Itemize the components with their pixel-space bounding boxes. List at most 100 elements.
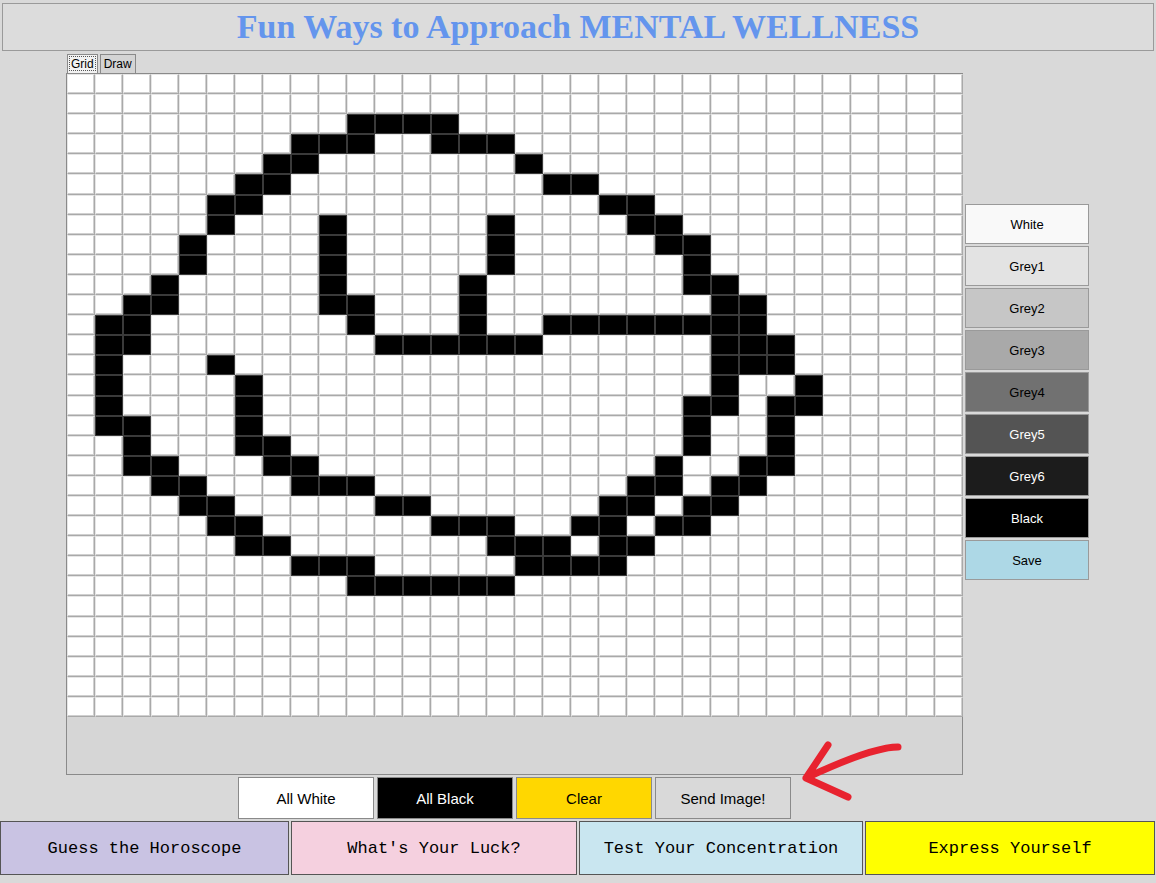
grid-cell[interactable] [347, 275, 375, 295]
grid-cell[interactable] [879, 617, 907, 637]
grid-cell[interactable] [291, 215, 319, 235]
grid-cell[interactable] [95, 174, 123, 194]
grid-cell[interactable] [711, 396, 739, 416]
grid-cell[interactable] [291, 416, 319, 436]
grid-cell[interactable] [487, 295, 515, 315]
grid-cell[interactable] [683, 677, 711, 697]
grid-cell[interactable] [431, 617, 459, 637]
grid-cell[interactable] [739, 677, 767, 697]
grid-cell[interactable] [711, 335, 739, 355]
grid-cell[interactable] [291, 637, 319, 657]
grid-cell[interactable] [767, 596, 795, 616]
grid-cell[interactable] [655, 114, 683, 134]
grid-cell[interactable] [627, 315, 655, 335]
grid-cell[interactable] [459, 516, 487, 536]
grid-cell[interactable] [207, 174, 235, 194]
grid-cell[interactable] [655, 215, 683, 235]
grid-cell[interactable] [235, 556, 263, 576]
grid-cell[interactable] [235, 576, 263, 596]
grid-cell[interactable] [627, 94, 655, 114]
grid-cell[interactable] [767, 355, 795, 375]
grid-cell[interactable] [487, 697, 515, 717]
grid-cell[interactable] [515, 195, 543, 215]
grid-cell[interactable] [599, 295, 627, 315]
grid-cell[interactable] [235, 396, 263, 416]
grid-cell[interactable] [95, 114, 123, 134]
grid-cell[interactable] [795, 516, 823, 536]
grid-cell[interactable] [767, 375, 795, 395]
grid-cell[interactable] [67, 235, 95, 255]
grid-cell[interactable] [179, 556, 207, 576]
grid-cell[interactable] [851, 516, 879, 536]
grid-cell[interactable] [599, 596, 627, 616]
grid-cell[interactable] [235, 476, 263, 496]
color-button[interactable]: Grey4 [965, 372, 1089, 412]
grid-cell[interactable] [263, 416, 291, 436]
grid-cell[interactable] [263, 255, 291, 275]
grid-cell[interactable] [683, 637, 711, 657]
grid-cell[interactable] [543, 134, 571, 154]
grid-cell[interactable] [179, 416, 207, 436]
grid-cell[interactable] [95, 516, 123, 536]
grid-cell[interactable] [431, 74, 459, 94]
grid-cell[interactable] [571, 195, 599, 215]
grid-cell[interactable] [347, 114, 375, 134]
grid-cell[interactable] [907, 496, 935, 516]
grid-cell[interactable] [403, 255, 431, 275]
grid-cell[interactable] [627, 697, 655, 717]
grid-cell[interactable] [263, 74, 291, 94]
grid-cell[interactable] [795, 596, 823, 616]
control-button[interactable]: All Black [377, 777, 513, 819]
grid-cell[interactable] [403, 556, 431, 576]
grid-cell[interactable] [235, 516, 263, 536]
grid-cell[interactable] [431, 496, 459, 516]
grid-cell[interactable] [711, 436, 739, 456]
grid-cell[interactable] [235, 295, 263, 315]
grid-cell[interactable] [151, 74, 179, 94]
grid-cell[interactable] [515, 355, 543, 375]
grid-cell[interactable] [375, 697, 403, 717]
grid-cell[interactable] [851, 114, 879, 134]
grid-cell[interactable] [151, 355, 179, 375]
grid-cell[interactable] [459, 174, 487, 194]
grid-cell[interactable] [515, 295, 543, 315]
grid-cell[interactable] [375, 436, 403, 456]
grid-cell[interactable] [291, 94, 319, 114]
grid-cell[interactable] [795, 496, 823, 516]
grid-cell[interactable] [655, 154, 683, 174]
grid-cell[interactable] [683, 355, 711, 375]
grid-cell[interactable] [767, 516, 795, 536]
grid-cell[interactable] [823, 697, 851, 717]
grid-cell[interactable] [67, 134, 95, 154]
grid-cell[interactable] [823, 516, 851, 536]
grid-cell[interactable] [543, 355, 571, 375]
grid-cell[interactable] [935, 536, 963, 556]
grid-cell[interactable] [403, 516, 431, 536]
grid-cell[interactable] [319, 697, 347, 717]
grid-cell[interactable] [711, 235, 739, 255]
grid-cell[interactable] [207, 556, 235, 576]
grid-cell[interactable] [907, 637, 935, 657]
grid-cell[interactable] [403, 134, 431, 154]
grid-cell[interactable] [375, 355, 403, 375]
grid-cell[interactable] [235, 174, 263, 194]
color-button[interactable]: Grey6 [965, 456, 1089, 496]
grid-cell[interactable] [207, 275, 235, 295]
grid-cell[interactable] [67, 154, 95, 174]
grid-cell[interactable] [711, 114, 739, 134]
grid-cell[interactable] [823, 174, 851, 194]
grid-cell[interactable] [95, 617, 123, 637]
grid-cell[interactable] [907, 174, 935, 194]
grid-cell[interactable] [95, 596, 123, 616]
grid-cell[interactable] [151, 617, 179, 637]
grid-cell[interactable] [571, 375, 599, 395]
grid-cell[interactable] [179, 94, 207, 114]
grid-cell[interactable] [67, 315, 95, 335]
grid-cell[interactable] [95, 456, 123, 476]
grid-cell[interactable] [711, 295, 739, 315]
grid-cell[interactable] [375, 174, 403, 194]
grid-cell[interactable] [683, 74, 711, 94]
grid-cell[interactable] [795, 174, 823, 194]
grid-cell[interactable] [515, 275, 543, 295]
grid-cell[interactable] [291, 576, 319, 596]
